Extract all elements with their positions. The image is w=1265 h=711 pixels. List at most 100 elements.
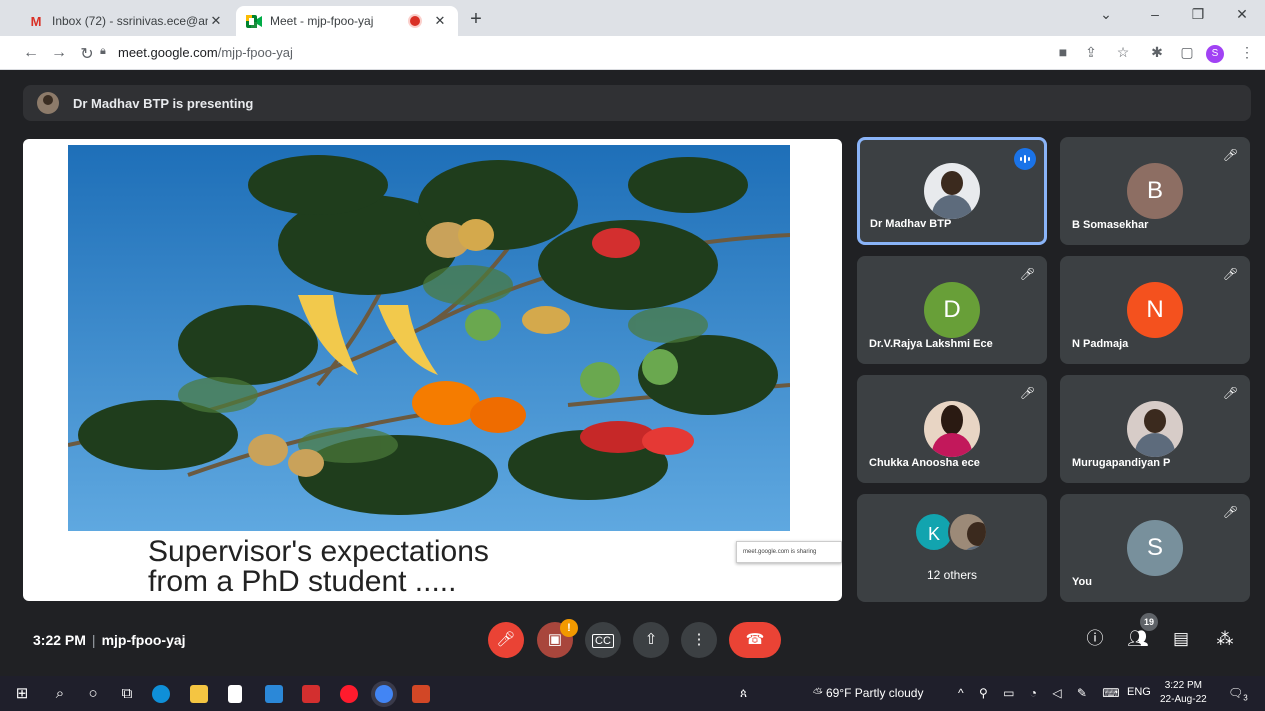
captions-button[interactable]: CC [585,622,621,658]
participant-avatar: B [1127,163,1183,219]
mic-off-icon: 🎤︎ [1222,386,1238,400]
powerpoint-icon[interactable] [412,685,430,703]
system-tray-icons[interactable]: ^ ⚲ ▭ ◔ ◁ ✎ ⌨ [958,686,1126,700]
activities-button[interactable]: ⁂ [1212,626,1238,652]
mic-off-icon: 🎤︎ [496,631,516,648]
notification-count: 3 [1243,693,1248,703]
participant-tile[interactable]: Dr Madhav BTP [857,137,1047,245]
info-icon: ⓘ [1086,629,1104,648]
participant-avatar [924,163,980,219]
participant-name: Murugapandiyan P [1072,457,1171,469]
slide-fruit-tree-image [68,145,790,531]
tab-gmail[interactable]: M Inbox (72) - ssrinivas.ece@anits.e ✕ [18,6,234,36]
notifications-icon[interactable]: 🗨︎3 [1228,686,1248,702]
participant-name: You [1072,576,1092,588]
notepad-icon[interactable] [228,685,242,703]
tab-search-icon[interactable]: ⌄ [1088,6,1124,23]
close-icon[interactable]: ✕ [432,13,448,29]
address-bar: ← → ↻ 🔒︎ meet.google.com/mjp-fpoo-yaj ■ … [0,36,1265,70]
slide-caption: Supervisor's expectations from a PhD stu… [148,537,489,597]
others-label: 12 others [926,568,978,582]
weather-icon: ⛅︎ [813,686,823,700]
language-indicator[interactable]: ENG [1127,686,1151,698]
opera-icon[interactable] [340,685,358,703]
taskbar-time: 3:22 PM [1164,680,1202,691]
mic-off-icon: 🎤︎ [1019,386,1035,400]
participant-name: Dr Madhav BTP [870,218,952,230]
edge-icon[interactable] [152,685,170,703]
participant-avatar [924,401,980,457]
acrobat-icon[interactable] [302,685,320,703]
close-window-button[interactable]: ✕ [1224,6,1260,23]
bookmark-star-icon[interactable]: ☆ [1112,44,1134,61]
meeting-code: mjp-fpoo-yaj [101,632,186,648]
side-panel-icon[interactable]: ▢ [1176,44,1198,61]
menu-icon[interactable]: ⋮ [1236,44,1258,61]
leave-call-button[interactable]: ☎︎ [729,622,781,658]
participant-tile[interactable]: N 🎤︎ N Padmaja [1060,256,1250,364]
tab-meet[interactable]: Meet - mjp-fpoo-yaj ✕ [236,6,458,36]
camera-icon[interactable]: ■ [1052,44,1074,60]
activities-icon: ⁂ [1216,629,1234,648]
people-count-badge: 19 [1140,613,1158,631]
participant-avatar [1127,401,1183,457]
participant-name: Chukka Anoosha ece [869,457,980,469]
file-explorer-icon[interactable] [190,685,208,703]
participant-avatar: S [1127,520,1183,576]
sharing-notice[interactable]: meet.google.com is sharing [736,541,842,563]
mic-off-icon: 🎤︎ [1222,148,1238,162]
more-options-button[interactable]: ⋮ [681,622,717,658]
share-icon[interactable]: ⇪ [1080,44,1102,61]
present-icon: ⇧ [644,631,658,648]
taskbar-clock[interactable]: 3:22 PM 22-Aug-22 [1160,679,1207,707]
participant-tile[interactable]: 🎤︎ Murugapandiyan P [1060,375,1250,483]
extensions-icon[interactable]: ✱ [1146,44,1168,61]
participant-name: Dr.V.Rajya Lakshmi Ece [869,338,993,350]
participant-name: B Somasekhar [1072,219,1149,231]
cortana-icon[interactable]: ○ [83,684,103,704]
hang-up-icon: ☎︎ [745,631,765,648]
mic-toggle-button[interactable]: 🎤︎ [488,622,524,658]
recording-dot-icon [410,16,420,26]
tab-title: Meet - mjp-fpoo-yaj [270,14,374,28]
meeting-info-button[interactable]: ⓘ [1082,626,1108,652]
others-tile[interactable]: K 12 others [857,494,1047,602]
meet-icon [246,14,262,28]
speaking-indicator-icon [1014,148,1036,170]
search-icon[interactable]: ⌕ [50,684,70,704]
chrome-icon[interactable] [375,685,393,703]
windows-start-icon[interactable]: ⊞ [12,684,32,704]
mic-off-icon: 🎤︎ [1019,267,1035,281]
presenting-text: Dr Madhav BTP is presenting [73,95,254,111]
chat-button[interactable]: ▤ [1168,626,1194,652]
taskbar-date: 22-Aug-22 [1160,694,1207,705]
profile-avatar[interactable]: S [1206,45,1224,63]
url-field[interactable]: meet.google.com/mjp-fpoo-yaj [118,45,293,60]
self-tile[interactable]: S 🎤︎ You [1060,494,1250,602]
weather-widget[interactable]: ⛅︎ 69°F Partly cloudy [813,686,923,701]
calculator-icon[interactable] [265,685,283,703]
lock-icon[interactable]: 🔒︎ [100,45,106,58]
participant-tile[interactable]: 🎤︎ Chukka Anoosha ece [857,375,1047,483]
new-tab-button[interactable]: + [462,8,490,31]
slide-caption-line2: from a PhD student ..... [148,565,457,598]
present-button[interactable]: ⇧ [633,622,669,658]
restore-button[interactable]: ❐ [1180,6,1216,23]
task-view-icon[interactable]: ⧉ [117,684,137,704]
minimize-button[interactable]: – [1137,6,1173,22]
forward-button[interactable]: → [48,44,70,62]
close-icon[interactable]: ✕ [208,13,224,29]
people-tray-icon[interactable]: ጰ [740,686,747,701]
camera-off-icon: ▣ [547,631,563,648]
url-path: /mjp-fpoo-yaj [217,45,293,60]
reload-button[interactable]: ↻ [76,44,98,64]
more-vert-icon: ⋮ [691,631,707,648]
back-button[interactable]: ← [20,44,42,62]
mic-off-icon: 🎤︎ [1222,505,1238,519]
people-icon: 👥︎ [1127,629,1149,648]
windows-taskbar: ⊞ ⌕ ○ ⧉ ጰ ⛅︎ 69°F Partly cloudy ^ ⚲ ▭ ◔ … [0,676,1265,711]
participant-tile[interactable]: D 🎤︎ Dr.V.Rajya Lakshmi Ece [857,256,1047,364]
presenter-avatar [37,92,59,114]
separator: | [91,632,96,648]
participant-tile[interactable]: B 🎤︎ B Somasekhar [1060,137,1250,245]
